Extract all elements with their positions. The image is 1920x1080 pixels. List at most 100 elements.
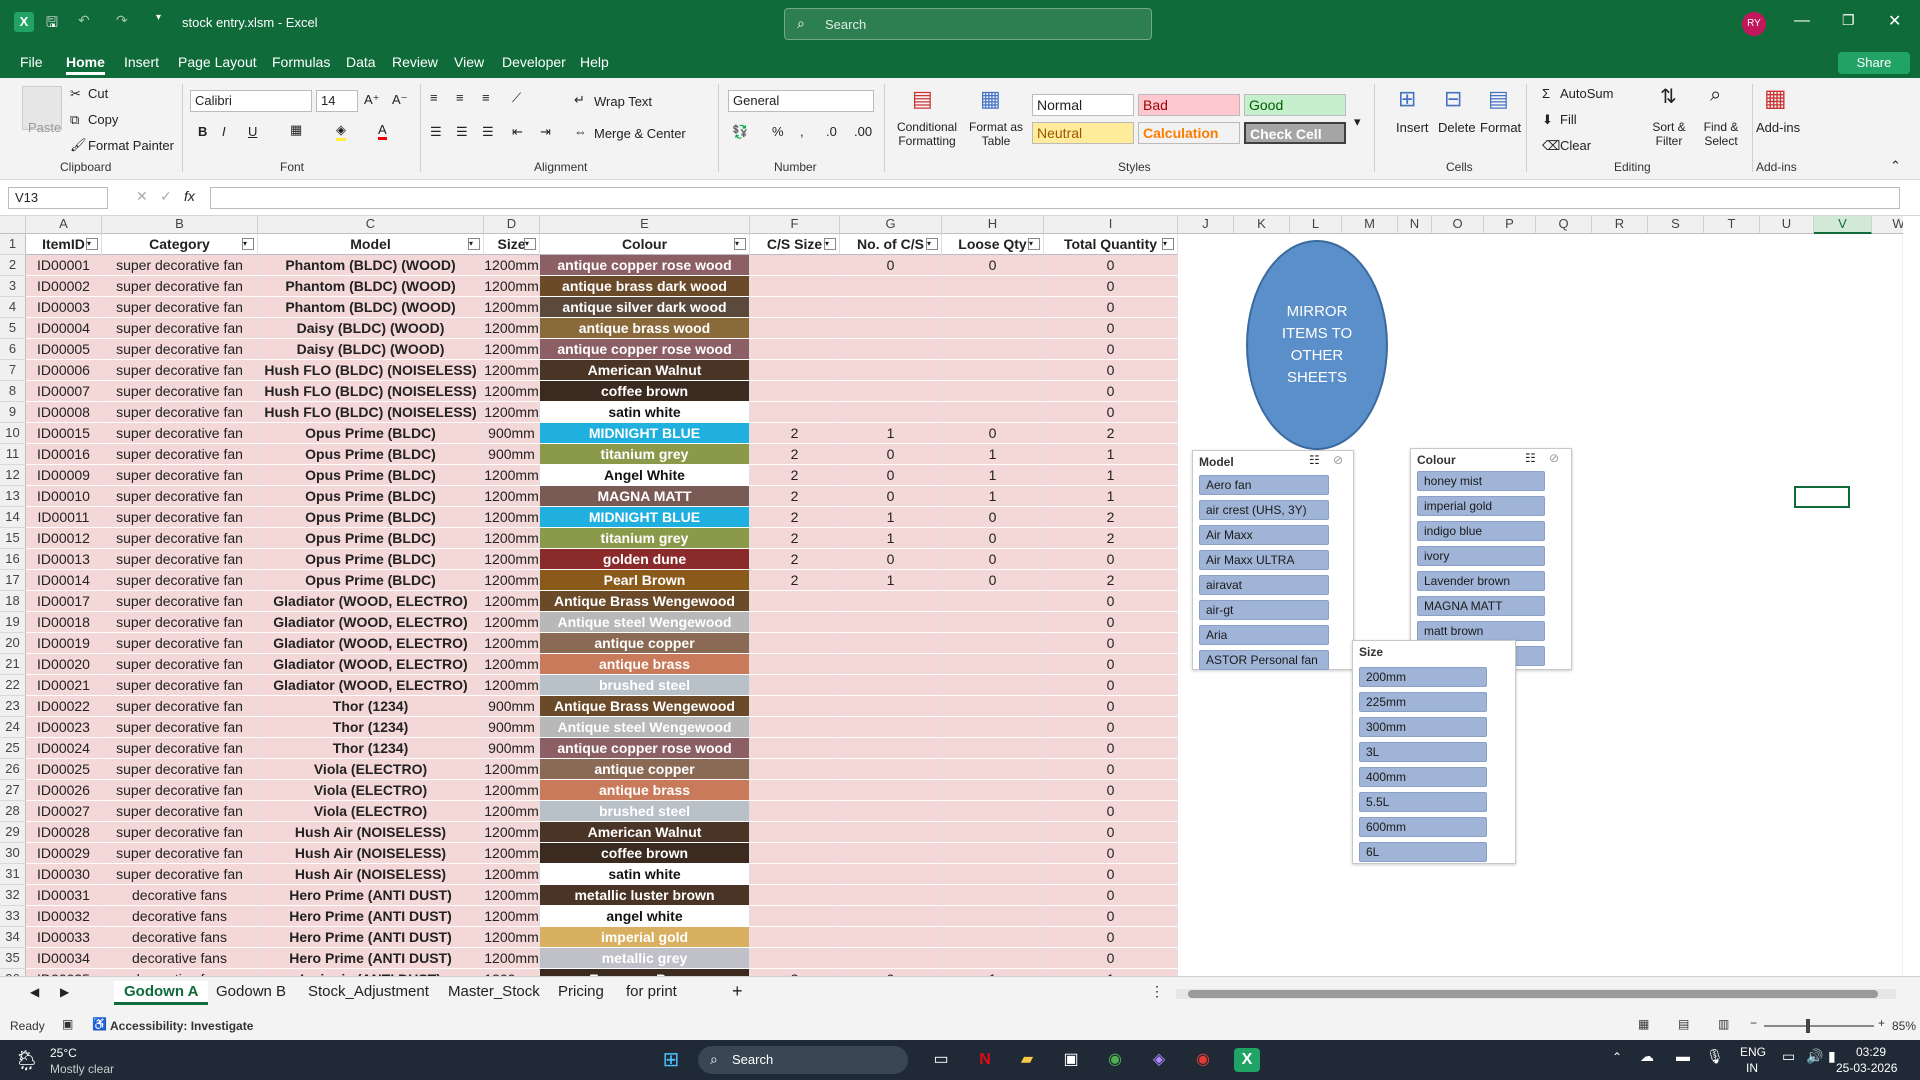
tab-help[interactable]: Help (580, 54, 609, 70)
maximize-icon[interactable]: ❐ (1842, 12, 1855, 29)
table-cell-size[interactable]: 1200mm (484, 864, 540, 885)
row-header[interactable]: 32 (0, 885, 26, 906)
add-sheet-icon[interactable]: + (732, 981, 743, 1002)
table-cell-colour[interactable]: Antique Brass Wengewood (540, 591, 750, 612)
table-cell-colour[interactable]: metallic grey (540, 948, 750, 969)
table-cell-model[interactable]: Opus Prime (BLDC) (258, 486, 484, 507)
row-header[interactable]: 12 (0, 465, 26, 486)
indent-decrease-icon[interactable]: ⇤ (512, 124, 523, 140)
meet-icon[interactable]: ▬ (1676, 1048, 1690, 1064)
table-cell-cs[interactable] (750, 675, 840, 696)
network-icon[interactable]: ▭ (1782, 1048, 1795, 1065)
size-slicer[interactable]: Size 200mm 225mm 300mm 3L 400mm 5.5L 600mm 6L (1352, 640, 1516, 864)
table-cell-size[interactable]: 1200mm (484, 318, 540, 339)
copy-button[interactable]: Copy (88, 112, 118, 127)
chrome-profile-icon[interactable]: ◉ (1190, 1048, 1216, 1072)
table-cell-lq[interactable]: 0 (942, 549, 1044, 570)
table-cell-lq[interactable] (942, 297, 1044, 318)
table-cell-cat[interactable]: super decorative fan (102, 591, 258, 612)
prev-sheet-icon[interactable]: ◀ (30, 985, 39, 999)
table-cell-size[interactable]: 1200mm (484, 339, 540, 360)
accessibility-status[interactable]: Accessibility: Investigate (110, 1019, 253, 1033)
slicer-item-model[interactable]: Air Maxx (1199, 525, 1329, 545)
slicer-item-colour[interactable]: imperial gold (1417, 496, 1545, 516)
table-cell-lq[interactable] (942, 738, 1044, 759)
table-cell-model[interactable]: Gladiator (WOOD, ELECTRO) (258, 612, 484, 633)
table-cell-colour[interactable]: brushed steel (540, 801, 750, 822)
table-cell-size[interactable]: 1200mm (484, 675, 540, 696)
filter-dropdown-icon[interactable]: ▾ (1028, 238, 1040, 250)
table-cell-size[interactable]: 1200mm (484, 801, 540, 822)
table-cell-colour[interactable]: Angel White (540, 465, 750, 486)
row-header[interactable]: 11 (0, 444, 26, 465)
name-box[interactable]: V13 (8, 187, 108, 209)
table-cell-size[interactable]: 1200mm (484, 297, 540, 318)
table-cell-cs[interactable] (750, 927, 840, 948)
table-cell-nc[interactable]: 1 (840, 423, 942, 444)
table-cell-cat[interactable]: super decorative fan (102, 423, 258, 444)
table-cell-cs[interactable] (750, 591, 840, 612)
horizontal-scroll-thumb[interactable] (1188, 990, 1878, 998)
fill-button[interactable]: Fill (1560, 112, 1577, 127)
filter-dropdown-icon[interactable]: ▾ (524, 238, 536, 250)
style-neutral[interactable]: Neutral (1032, 122, 1134, 144)
table-header-cell[interactable]: Colour (540, 234, 750, 255)
table-cell-cat[interactable]: super decorative fan (102, 402, 258, 423)
table-cell-cat[interactable]: decorative fans (102, 927, 258, 948)
row-header[interactable]: 24 (0, 717, 26, 738)
table-cell-nc[interactable] (840, 633, 942, 654)
table-cell-lq[interactable]: 0 (942, 255, 1044, 276)
table-cell-id[interactable]: ID00025 (26, 759, 102, 780)
table-cell-id[interactable]: ID00022 (26, 696, 102, 717)
table-cell-colour[interactable]: titanium grey (540, 528, 750, 549)
table-cell-cs[interactable]: 2 (750, 969, 840, 976)
orientation-icon[interactable]: ⟋ (512, 90, 521, 106)
table-cell-size[interactable]: 1200mm (484, 843, 540, 864)
table-cell-cat[interactable]: super decorative fan (102, 528, 258, 549)
table-cell-size[interactable]: 1200mm (484, 549, 540, 570)
table-cell-lq[interactable] (942, 633, 1044, 654)
align-bottom-icon[interactable]: ≡ (482, 90, 490, 105)
table-cell-nc[interactable] (840, 339, 942, 360)
table-cell-model[interactable]: Hero Prime (ANTI DUST) (258, 906, 484, 927)
table-cell-nc[interactable] (840, 276, 942, 297)
row-header[interactable]: 23 (0, 696, 26, 717)
increase-font-icon[interactable]: A⁺ (364, 92, 380, 108)
filter-dropdown-icon[interactable]: ▾ (1162, 238, 1174, 250)
search-box[interactable]: ⌕ Search (784, 8, 1152, 40)
table-cell-cat[interactable]: decorative fans (102, 906, 258, 927)
table-cell-size[interactable]: 1200mm (484, 906, 540, 927)
table-cell-size[interactable]: 1200mm (484, 360, 540, 381)
table-header-cell[interactable]: Model (258, 234, 484, 255)
table-cell-id[interactable]: ID00024 (26, 738, 102, 759)
table-cell-size[interactable]: 1200mm (484, 780, 540, 801)
excel-taskbar-icon[interactable]: X (1234, 1048, 1260, 1072)
row-header[interactable]: 5 (0, 318, 26, 339)
table-cell-tq[interactable]: 1 (1044, 444, 1178, 465)
table-cell-cat[interactable]: super decorative fan (102, 738, 258, 759)
column-header[interactable]: I (1044, 216, 1178, 234)
table-cell-cat[interactable]: super decorative fan (102, 633, 258, 654)
table-cell-colour[interactable]: American Walnut (540, 822, 750, 843)
table-cell-cs[interactable]: 2 (750, 423, 840, 444)
table-cell-id[interactable]: ID00034 (26, 948, 102, 969)
table-cell-id[interactable]: ID00007 (26, 381, 102, 402)
column-header[interactable]: V (1814, 216, 1872, 234)
tab-data[interactable]: Data (346, 54, 376, 70)
table-cell-model[interactable]: Opus Prime (BLDC) (258, 423, 484, 444)
table-cell-id[interactable]: ID00006 (26, 360, 102, 381)
table-cell-lq[interactable]: 0 (942, 423, 1044, 444)
table-cell-cs[interactable] (750, 381, 840, 402)
table-cell-cs[interactable] (750, 738, 840, 759)
table-cell-tq[interactable]: 0 (1044, 801, 1178, 822)
table-cell-id[interactable]: ID00031 (26, 885, 102, 906)
table-cell-size[interactable]: 1200mm (484, 759, 540, 780)
table-cell-tq[interactable]: 0 (1044, 738, 1178, 759)
table-cell-tq[interactable]: 0 (1044, 276, 1178, 297)
table-cell-colour[interactable]: titanium grey (540, 444, 750, 465)
row-header[interactable]: 36 (0, 969, 26, 976)
multi-select-icon[interactable]: ☷ (1525, 451, 1536, 465)
row-header[interactable]: 26 (0, 759, 26, 780)
table-cell-lq[interactable] (942, 948, 1044, 969)
slicer-item-colour[interactable]: ivory (1417, 546, 1545, 566)
